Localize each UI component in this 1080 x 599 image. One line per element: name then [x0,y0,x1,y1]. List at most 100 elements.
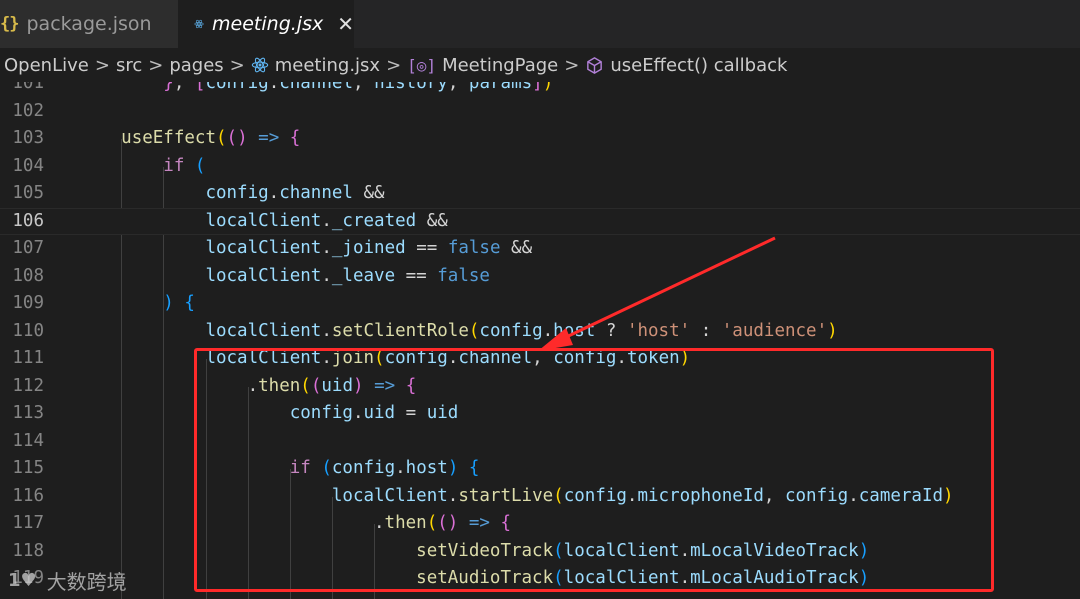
chevron-right-icon: > [94,54,110,76]
watermark-logo: 1♥ [8,570,37,591]
code-token: params [468,82,533,93]
line-number: 118 [12,540,44,561]
code-token: [ [194,82,206,93]
tab-label: package.json [26,13,152,35]
breadcrumb-item-src[interactable]: src [116,55,142,76]
watermark: 1♥ 大数跨境 [8,566,127,595]
code-token: history [374,82,448,93]
code-line[interactable]: 103 useEffect(() => { [0,125,1080,153]
code-token: == [405,238,448,258]
code-token: ? [595,320,627,341]
line-number: 103 [12,128,44,148]
chevron-right-icon: > [564,54,580,76]
code-token: ) [827,320,838,341]
chevron-right-icon: > [229,54,245,76]
code-token: && [500,238,533,258]
chevron-right-icon: > [148,54,164,76]
code-text: localClient._leave == false [79,263,490,291]
code-token: } [163,82,174,93]
code-line[interactable]: 107 localClient._joined == false && [0,235,1080,263]
breadcrumb-item-meetingpage[interactable]: MeetingPage [442,55,558,76]
code-line[interactable]: 108 localClient._leave == false [0,263,1080,291]
code-token: , [173,82,195,93]
code-text: config.channel && [79,180,384,208]
line-number: 113 [12,403,44,423]
tab-bar: {} package.json meeting.jsx ✕ [0,0,1080,49]
code-line[interactable]: 104 if ( [0,153,1080,181]
code-line[interactable]: 101 }, [config.channel, history, params]… [0,82,1080,98]
code-text: localClient._created && [79,208,447,236]
breadcrumb-item-openlive[interactable]: OpenLive [4,55,89,76]
code-token: 'host' [626,320,691,341]
code-text: localClient.setClientRole(config.host ? … [79,318,838,346]
code-line[interactable]: 106 localClient._created && [0,207,1080,236]
line-number: 116 [12,485,44,506]
line-number: 101 [12,82,44,93]
code-token: ) [237,128,248,148]
code-token: channel [279,183,353,203]
line-number: 104 [12,155,44,176]
code-line[interactable]: 110 localClient.setClientRole(config.hos… [0,318,1080,346]
code-text: ) { [79,290,195,318]
code-token: localClient [205,320,322,341]
method-icon: [◎] [407,55,437,75]
line-number: 112 [12,375,44,396]
code-token: host [553,320,596,341]
code-token: => [258,128,280,148]
code-token: . [268,183,280,203]
code-token: ) [542,82,554,93]
tab-meeting-jsx[interactable]: meeting.jsx ✕ [178,0,354,48]
code-token: . [268,82,280,93]
code-token: _leave [331,265,396,286]
react-icon [251,57,268,73]
code-token: 'audience' [721,320,828,341]
code-token: { [184,293,195,313]
tab-package-json[interactable]: {} package.json [0,0,178,48]
line-number: 115 [12,458,44,478]
close-icon[interactable]: ✕ [337,12,354,36]
code-token: . [321,265,332,286]
code-token: if [163,155,185,176]
code-text: useEffect(() => { [79,125,300,153]
code-line[interactable]: 105 config.channel && [0,180,1080,208]
code-token: ( [215,128,227,148]
code-line[interactable]: 102 [0,98,1080,126]
code-token: localClient [205,210,322,231]
line-number: 106 [12,210,44,231]
line-number: 114 [12,430,44,451]
breadcrumb: OpenLive > src > pages > meeting.jsx > [… [0,48,1080,82]
code-token: . [321,238,332,258]
code-token: , [353,82,375,93]
line-number: 111 [12,348,44,368]
code-token: , [447,82,469,93]
code-token: _joined [331,238,406,258]
code-token: ) [163,293,174,313]
tab-label: meeting.jsx [212,13,324,35]
code-text: if ( [79,153,205,181]
code-token: . [321,210,332,231]
breadcrumb-item-pages[interactable]: pages [169,55,223,76]
code-token: config [205,82,269,93]
code-line[interactable]: 109 ) { [0,290,1080,318]
line-number: 105 [12,183,44,203]
code-token: setClientRole [331,320,469,341]
chevron-right-icon: > [386,54,402,76]
line-number: 117 [12,513,44,533]
react-icon [194,19,204,29]
code-token: . [542,320,554,341]
code-token: config [479,320,543,341]
code-token: _created [331,210,417,231]
breadcrumb-item-useeffect-callback[interactable]: useEffect() callback [610,55,787,76]
code-text: localClient._joined == false && [79,235,532,263]
code-token: channel [279,82,353,93]
breadcrumb-item-meeting-jsx[interactable]: meeting.jsx [275,55,380,76]
